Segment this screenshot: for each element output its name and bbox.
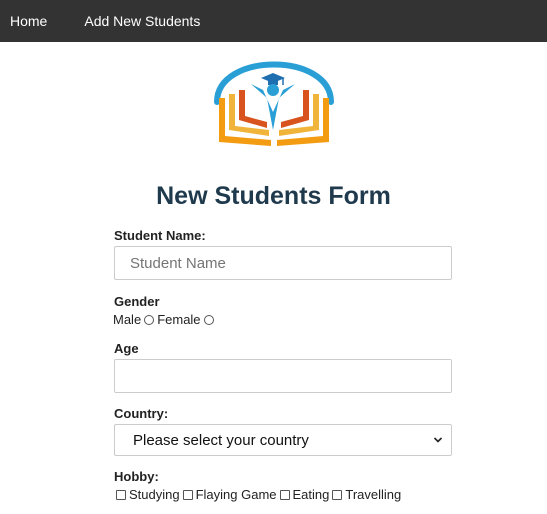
gender-options: Male Female [113, 312, 217, 328]
country-label: Country: [114, 406, 169, 421]
hobby-travelling-checkbox[interactable] [332, 490, 343, 500]
age-label: Age [114, 341, 139, 356]
nav-add-new-students-link[interactable]: Add New Students [74, 13, 210, 29]
hobby-eating-label: Eating [292, 487, 330, 502]
gender-label: Gender [114, 294, 160, 309]
student-name-label: Student Name: [114, 228, 206, 243]
education-logo-icon [214, 61, 334, 146]
country-select[interactable]: Please select your country [114, 424, 452, 456]
gender-male-radio[interactable] [144, 315, 155, 325]
hobby-flaying-game-label: Flaying Game [195, 487, 277, 502]
hobby-studying-checkbox[interactable] [116, 490, 126, 500]
gender-male-label: Male [113, 312, 142, 327]
hobby-label: Hobby: [114, 469, 159, 484]
form-title: New Students Form [156, 182, 391, 210]
gender-female-label: Female [157, 312, 201, 327]
student-name-input[interactable] [114, 246, 452, 280]
hobby-options: Studying Flaying Game Eating Travelling [113, 487, 401, 503]
top-navbar: Home Add New Students [0, 0, 547, 42]
hobby-studying-label: Studying [129, 487, 180, 502]
hobby-flaying-game-checkbox[interactable] [182, 490, 193, 500]
nav-home-link[interactable]: Home [0, 13, 74, 29]
country-select-value: Please select your country [133, 431, 309, 449]
hobby-travelling-label: Travelling [345, 487, 402, 502]
chevron-down-icon [433, 437, 443, 443]
age-input[interactable] [114, 359, 452, 393]
gender-female-radio[interactable] [203, 315, 214, 325]
hobby-eating-checkbox[interactable] [279, 490, 290, 500]
